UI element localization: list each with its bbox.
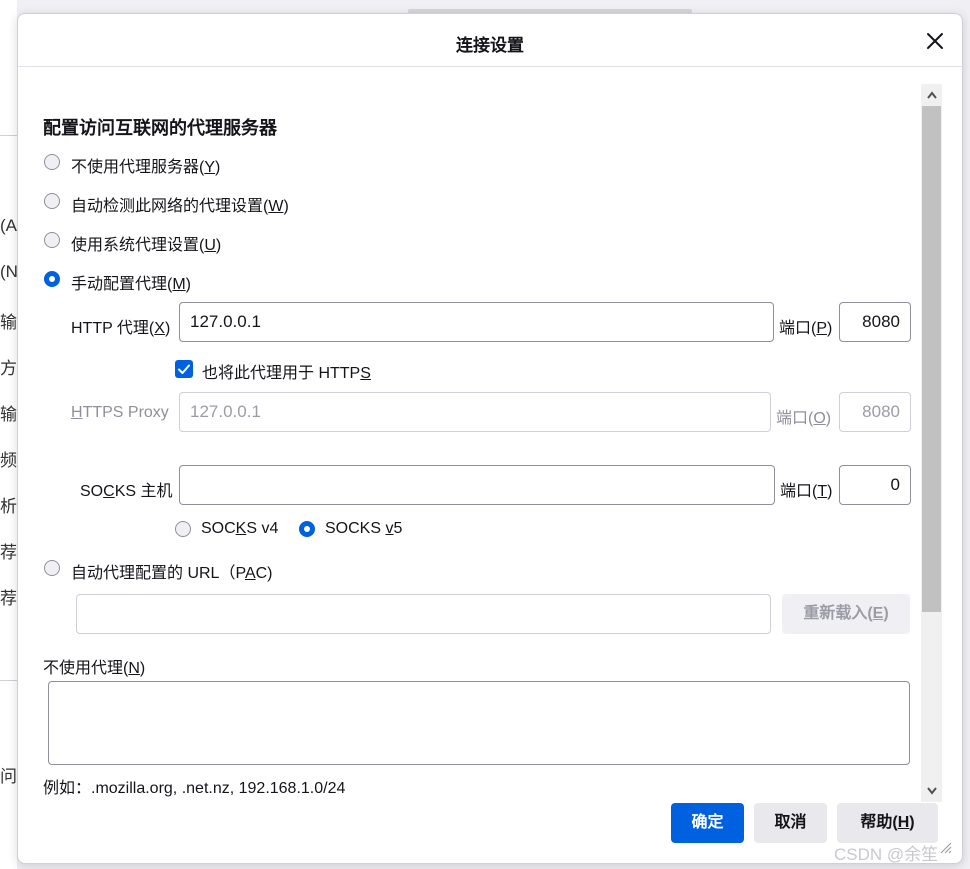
cancel-button[interactable]: 取消 bbox=[754, 803, 827, 843]
section-title: 配置访问互联网的代理服务器 bbox=[43, 118, 277, 138]
radio-auto-detect-label[interactable]: 自动检测此网络的代理设置(W) bbox=[71, 192, 289, 216]
scrollbar-thumb[interactable] bbox=[922, 106, 941, 612]
ok-button[interactable]: 确定 bbox=[671, 803, 744, 843]
https-proxy-label: HTTPS Proxy bbox=[71, 404, 169, 421]
radio-pac-url-label[interactable]: 自动代理配置的 URL（PAC) bbox=[71, 559, 273, 583]
resize-grip-icon[interactable] bbox=[938, 840, 952, 854]
background-text: 输 bbox=[0, 405, 17, 424]
https-port-input[interactable]: 8080 bbox=[839, 392, 911, 432]
background-text: 方 bbox=[0, 359, 17, 378]
background-text: (A bbox=[0, 216, 17, 235]
checkmark-icon bbox=[178, 364, 190, 374]
socks-host-input[interactable] bbox=[179, 465, 775, 505]
no-proxy-example: 例如：.mozilla.org, .net.nz, 192.168.1.0/24 bbox=[43, 780, 346, 797]
radio-manual-proxy[interactable] bbox=[44, 271, 60, 287]
close-icon[interactable] bbox=[922, 28, 948, 54]
https-proxy-input[interactable]: 127.0.0.1 bbox=[179, 392, 771, 432]
no-proxy-textarea[interactable] bbox=[48, 681, 910, 765]
background-text: 析 bbox=[0, 497, 17, 516]
radio-auto-detect[interactable] bbox=[44, 193, 60, 209]
http-proxy-label: HTTP 代理(X) bbox=[71, 320, 171, 337]
background-side-strip bbox=[0, 0, 17, 869]
background-text: (N bbox=[0, 262, 17, 281]
radio-pac-url[interactable] bbox=[44, 560, 60, 576]
radio-no-proxy-label[interactable]: 不使用代理服务器(Y) bbox=[71, 153, 220, 177]
socks-port-input[interactable]: 0 bbox=[839, 465, 911, 505]
radio-no-proxy[interactable] bbox=[44, 154, 60, 170]
background-text: 荐 bbox=[0, 543, 17, 562]
no-proxy-label: 不使用代理(N) bbox=[43, 660, 146, 677]
pac-url-input[interactable] bbox=[76, 594, 771, 634]
radio-socks-v5[interactable] bbox=[299, 521, 315, 537]
scroll-up-icon[interactable] bbox=[921, 84, 942, 106]
dialog-header: 连接设置 bbox=[18, 14, 962, 67]
socks-port-label: 端口(T) bbox=[780, 483, 833, 500]
radio-system-proxy[interactable] bbox=[44, 232, 60, 248]
radio-socks-v4[interactable] bbox=[175, 521, 191, 537]
background-text: 问 bbox=[0, 767, 17, 786]
reload-button[interactable]: 重新载入(E) bbox=[782, 594, 910, 634]
dialog-title: 连接设置 bbox=[456, 36, 524, 55]
also-https-label[interactable]: 也将此代理用于 HTTPS bbox=[202, 359, 371, 383]
socks-host-label: SOCKS 主机 bbox=[80, 483, 173, 500]
help-button[interactable]: 帮助(H) bbox=[837, 803, 938, 843]
http-port-input[interactable]: 8080 bbox=[839, 302, 911, 342]
background-divider bbox=[0, 135, 17, 136]
socks-v5-label[interactable]: SOCKS v5 bbox=[325, 520, 402, 538]
http-proxy-input[interactable]: 127.0.0.1 bbox=[179, 302, 774, 342]
https-port-label: 端口(O) bbox=[776, 410, 832, 427]
watermark: CSDN @余笙 bbox=[834, 845, 939, 864]
also-https-checkbox[interactable] bbox=[175, 360, 193, 378]
background-text: 频 bbox=[0, 451, 17, 470]
radio-system-proxy-label[interactable]: 使用系统代理设置(U) bbox=[71, 231, 221, 255]
background-divider bbox=[0, 680, 17, 681]
socks-v4-label[interactable]: SOCKS v4 bbox=[201, 520, 278, 538]
radio-manual-proxy-label[interactable]: 手动配置代理(M) bbox=[71, 270, 191, 294]
connection-settings-dialog: 连接设置 配置访问互联网的代理服务器 不使用代理服务器(Y) 自动检测此网络的代… bbox=[17, 13, 963, 864]
background-text: 荐 bbox=[0, 589, 17, 608]
background-text: 输 bbox=[0, 313, 17, 332]
scroll-down-icon[interactable] bbox=[921, 780, 942, 802]
http-port-label: 端口(P) bbox=[779, 320, 833, 337]
